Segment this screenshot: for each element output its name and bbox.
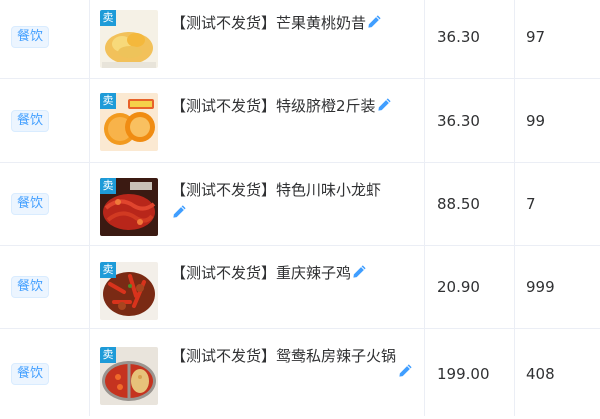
product-name: 【测试不发货】鸳鸯私房辣子火锅	[171, 345, 396, 368]
product-thumbnail[interactable]: 卖	[100, 93, 158, 151]
category-tag: 餐饮	[11, 110, 50, 132]
product-badge: 卖	[100, 347, 116, 363]
product-badge: 卖	[100, 178, 116, 194]
product-name: 【测试不发货】芒果黄桃奶昔	[171, 12, 396, 35]
product-price: 36.30	[437, 112, 480, 130]
product-thumbnail[interactable]: 卖	[100, 262, 158, 320]
product-stock: 999	[526, 278, 555, 296]
category-tag: 餐饮	[11, 193, 50, 215]
product-badge: 卖	[100, 93, 116, 109]
product-thumbnail[interactable]: 卖	[100, 178, 158, 236]
pencil-icon[interactable]	[377, 97, 392, 112]
product-name: 【测试不发货】特色川味小龙虾	[171, 179, 396, 225]
product-thumbnail[interactable]: 卖	[100, 10, 158, 68]
product-badge: 卖	[100, 262, 116, 278]
product-stock: 408	[526, 365, 555, 383]
product-name-text: 【测试不发货】重庆辣子鸡	[171, 264, 352, 282]
table-row: 餐饮 卖 【测试不发货】特色川味小龙虾 88.50 7	[0, 163, 600, 246]
pencil-icon[interactable]	[172, 204, 187, 219]
product-name-text: 【测试不发货】鸳鸯私房辣子火锅	[171, 347, 397, 365]
product-price: 199.00	[437, 365, 490, 383]
product-name-text: 【测试不发货】特级脐橙2斤装	[171, 97, 376, 115]
product-table: 餐饮 卖 【测试不发货】芒果黄桃奶昔 36.30 97 餐饮 卖 【测试不发货】…	[0, 0, 600, 416]
category-tag: 餐饮	[11, 26, 50, 48]
product-name: 【测试不发货】重庆辣子鸡	[171, 262, 396, 285]
table-row: 餐饮 卖 【测试不发货】鸳鸯私房辣子火锅 199.00 408	[0, 329, 600, 419]
product-thumbnail[interactable]: 卖	[100, 347, 158, 405]
pencil-icon[interactable]	[398, 363, 413, 378]
table-row: 餐饮 卖 【测试不发货】重庆辣子鸡 20.90 999	[0, 246, 600, 329]
pencil-icon[interactable]	[367, 14, 382, 29]
product-name-text: 【测试不发货】特色川味小龙虾	[171, 181, 382, 199]
product-price: 88.50	[437, 195, 480, 213]
product-stock: 99	[526, 112, 546, 130]
pencil-icon[interactable]	[352, 264, 367, 279]
product-stock: 97	[526, 28, 546, 46]
category-tag: 餐饮	[11, 276, 50, 298]
product-name-text: 【测试不发货】芒果黄桃奶昔	[171, 14, 367, 32]
product-badge: 卖	[100, 10, 116, 26]
product-name: 【测试不发货】特级脐橙2斤装	[171, 95, 396, 118]
product-price: 36.30	[437, 28, 480, 46]
product-price: 20.90	[437, 278, 480, 296]
table-row: 餐饮 卖 【测试不发货】特级脐橙2斤装 36.30 99	[0, 80, 600, 163]
table-row: 餐饮 卖 【测试不发货】芒果黄桃奶昔 36.30 97	[0, 0, 600, 79]
product-stock: 7	[526, 195, 536, 213]
category-tag: 餐饮	[11, 363, 50, 385]
